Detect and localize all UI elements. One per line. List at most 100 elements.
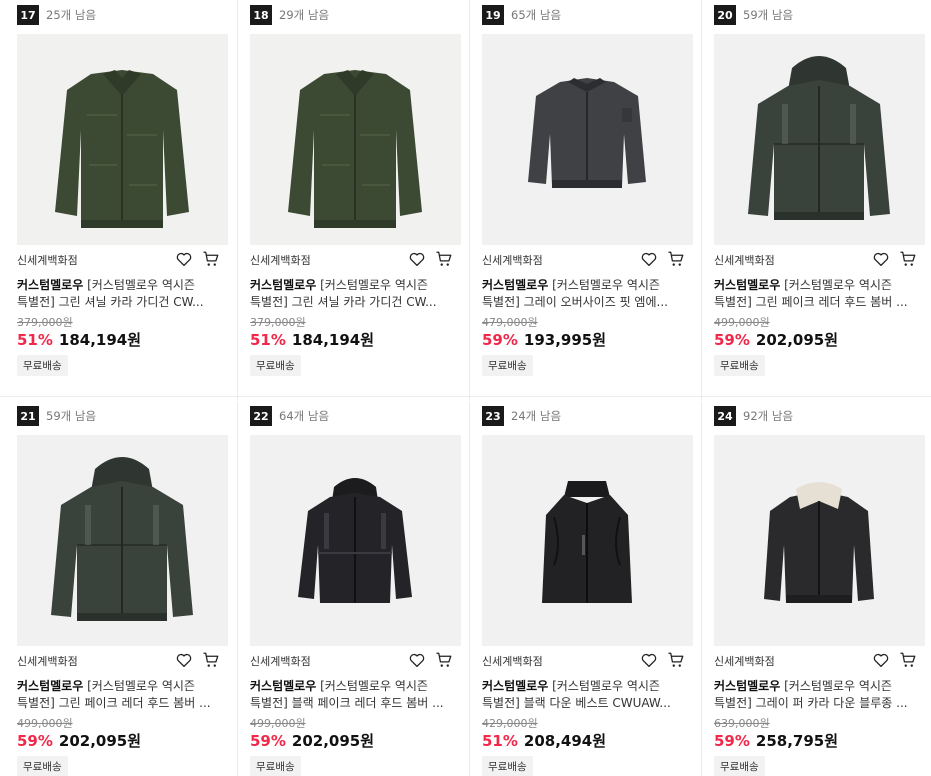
- price-row: 59% 202,095원: [714, 329, 838, 350]
- free-shipping-badge: 무료배송: [714, 355, 765, 376]
- product-card[interactable]: 20 59개 남음 신세계백화점 커스텀멜로우 [커스텀멜로우 역시즌 특별전]…: [701, 0, 931, 400]
- brand-name: 커스텀멜로우: [482, 278, 549, 292]
- cart-icon[interactable]: [202, 250, 220, 268]
- brand-name: 커스텀멜로우: [250, 278, 317, 292]
- free-shipping-badge: 무료배송: [250, 756, 301, 776]
- rank-row: 17 25개 남음: [17, 5, 96, 25]
- rank-row: 24 92개 남음: [714, 406, 793, 426]
- store-name: 신세계백화점: [17, 655, 78, 668]
- product-image[interactable]: [714, 34, 925, 245]
- sale-price: 184,194원: [58, 331, 142, 349]
- rank-badge: 24: [714, 406, 736, 426]
- brand-name: 커스텀멜로우: [17, 278, 84, 292]
- product-image[interactable]: [714, 435, 925, 646]
- stock-remaining: 92개 남음: [743, 409, 794, 423]
- heart-icon[interactable]: [640, 651, 658, 669]
- heart-icon[interactable]: [408, 651, 426, 669]
- heart-icon[interactable]: [408, 250, 426, 268]
- stock-remaining: 65개 남음: [511, 8, 562, 22]
- product-actions: [175, 651, 220, 669]
- stock-remaining: 59개 남음: [743, 8, 794, 22]
- price-row: 59% 258,795원: [714, 730, 838, 751]
- rank-badge: 23: [482, 406, 504, 426]
- product-title[interactable]: 커스텀멜로우 [커스텀멜로우 역시즌 특별전] 그레이 오버사이즈 핏 엠에..…: [482, 277, 694, 311]
- store-name: 신세계백화점: [482, 655, 543, 668]
- title-line-2: 특별전] 그린 셔닐 카라 가디건 CW...: [17, 295, 204, 309]
- brand-name: 커스텀멜로우: [482, 679, 549, 693]
- product-title[interactable]: 커스텀멜로우 [커스텀멜로우 역시즌 특별전] 블랙 페이크 레더 후드 봄버 …: [250, 678, 462, 712]
- title-line-2: 특별전] 블랙 다운 베스트 CWUAW...: [482, 696, 671, 710]
- product-card[interactable]: 23 24개 남음 신세계백화점 커스텀멜로우 [커스텀멜로우 역시즌 특별전]…: [469, 401, 701, 776]
- discount-rate: 59%: [17, 732, 53, 750]
- stock-remaining: 59개 남음: [46, 409, 97, 423]
- store-name: 신세계백화점: [482, 254, 543, 267]
- stock-remaining: 24개 남음: [511, 409, 562, 423]
- product-image[interactable]: [482, 34, 693, 245]
- product-image[interactable]: [17, 34, 228, 245]
- heart-icon[interactable]: [872, 250, 890, 268]
- product-image[interactable]: [250, 34, 461, 245]
- original-price: 639,000원: [714, 717, 770, 730]
- product-image[interactable]: [482, 435, 693, 646]
- product-title[interactable]: 커스텀멜로우 [커스텀멜로우 역시즌 특별전] 블랙 다운 베스트 CWUAW.…: [482, 678, 694, 712]
- product-title[interactable]: 커스텀멜로우 [커스텀멜로우 역시즌 특별전] 그레이 퍼 카라 다운 블루종 …: [714, 678, 926, 712]
- cart-icon[interactable]: [202, 651, 220, 669]
- product-actions: [408, 250, 453, 268]
- cart-icon[interactable]: [899, 250, 917, 268]
- heart-icon[interactable]: [175, 651, 193, 669]
- product-card[interactable]: 22 64개 남음 신세계백화점 커스텀멜로우 [커스텀멜로우 역시즌 특별전]…: [237, 401, 469, 776]
- cart-icon[interactable]: [435, 250, 453, 268]
- discount-rate: 51%: [250, 331, 286, 349]
- stock-remaining: 25개 남음: [46, 8, 97, 22]
- heart-icon[interactable]: [175, 250, 193, 268]
- discount-rate: 59%: [714, 732, 750, 750]
- product-actions: [872, 651, 917, 669]
- price-row: 51% 184,194원: [250, 329, 374, 350]
- row-divider: [0, 396, 931, 397]
- product-image[interactable]: [17, 435, 228, 646]
- title-line-1: [커스텀멜로우 역시즌: [784, 278, 892, 292]
- sale-price: 202,095원: [755, 331, 839, 349]
- product-actions: [872, 250, 917, 268]
- product-title[interactable]: 커스텀멜로우 [커스텀멜로우 역시즌 특별전] 그린 셔닐 카라 가디건 CW.…: [17, 277, 229, 311]
- brand-name: 커스텀멜로우: [714, 679, 781, 693]
- rank-badge: 20: [714, 5, 736, 25]
- product-card[interactable]: 19 65개 남음 신세계백화점 커스텀멜로우 [커스텀멜로우 역시즌 특별전]…: [469, 0, 701, 400]
- title-line-1: [커스텀멜로우 역시즌: [552, 278, 660, 292]
- store-name: 신세계백화점: [714, 254, 775, 267]
- free-shipping-badge: 무료배송: [250, 355, 301, 376]
- sale-price: 208,494원: [523, 732, 607, 750]
- title-line-2: 특별전] 그레이 퍼 카라 다운 블루종 ...: [714, 696, 908, 710]
- price-row: 59% 193,995원: [482, 329, 606, 350]
- rank-row: 21 59개 남음: [17, 406, 96, 426]
- product-title[interactable]: 커스텀멜로우 [커스텀멜로우 역시즌 특별전] 그린 셔닐 카라 가디건 CW.…: [250, 277, 462, 311]
- product-grid: 17 25개 남음 신세계백화점 커스텀멜로우 [커스텀멜로우 역시즌 특별전]…: [0, 0, 931, 776]
- product-card[interactable]: 18 29개 남음 신세계백화점 커스텀멜로우 [커스텀멜로우 역시즌 특별전]…: [237, 0, 469, 400]
- rank-badge: 19: [482, 5, 504, 25]
- product-card[interactable]: 21 59개 남음 신세계백화점 커스텀멜로우 [커스텀멜로우 역시즌 특별전]…: [5, 401, 237, 776]
- original-price: 379,000원: [17, 316, 73, 329]
- rank-row: 23 24개 남음: [482, 406, 561, 426]
- rank-row: 22 64개 남음: [250, 406, 329, 426]
- cart-icon[interactable]: [899, 651, 917, 669]
- product-title[interactable]: 커스텀멜로우 [커스텀멜로우 역시즌 특별전] 그린 페이크 레더 후드 봄버 …: [17, 678, 229, 712]
- rank-badge: 18: [250, 5, 272, 25]
- cart-icon[interactable]: [667, 250, 685, 268]
- cart-icon[interactable]: [667, 651, 685, 669]
- product-card[interactable]: 17 25개 남음 신세계백화점 커스텀멜로우 [커스텀멜로우 역시즌 특별전]…: [5, 0, 237, 400]
- price-row: 59% 202,095원: [250, 730, 374, 751]
- product-image[interactable]: [250, 435, 461, 646]
- cart-icon[interactable]: [435, 651, 453, 669]
- title-line-1: [커스텀멜로우 역시즌: [320, 278, 428, 292]
- heart-icon[interactable]: [872, 651, 890, 669]
- free-shipping-badge: 무료배송: [482, 355, 533, 376]
- product-card[interactable]: 24 92개 남음 신세계백화점 커스텀멜로우 [커스텀멜로우 역시즌 특별전]…: [701, 401, 931, 776]
- title-line-1: [커스텀멜로우 역시즌: [87, 679, 195, 693]
- sale-price: 193,995원: [523, 331, 607, 349]
- heart-icon[interactable]: [640, 250, 658, 268]
- title-line-1: [커스텀멜로우 역시즌: [320, 679, 428, 693]
- price-row: 51% 184,194원: [17, 329, 141, 350]
- original-price: 429,000원: [482, 717, 538, 730]
- product-actions: [640, 250, 685, 268]
- product-title[interactable]: 커스텀멜로우 [커스텀멜로우 역시즌 특별전] 그린 페이크 레더 후드 봄버 …: [714, 277, 926, 311]
